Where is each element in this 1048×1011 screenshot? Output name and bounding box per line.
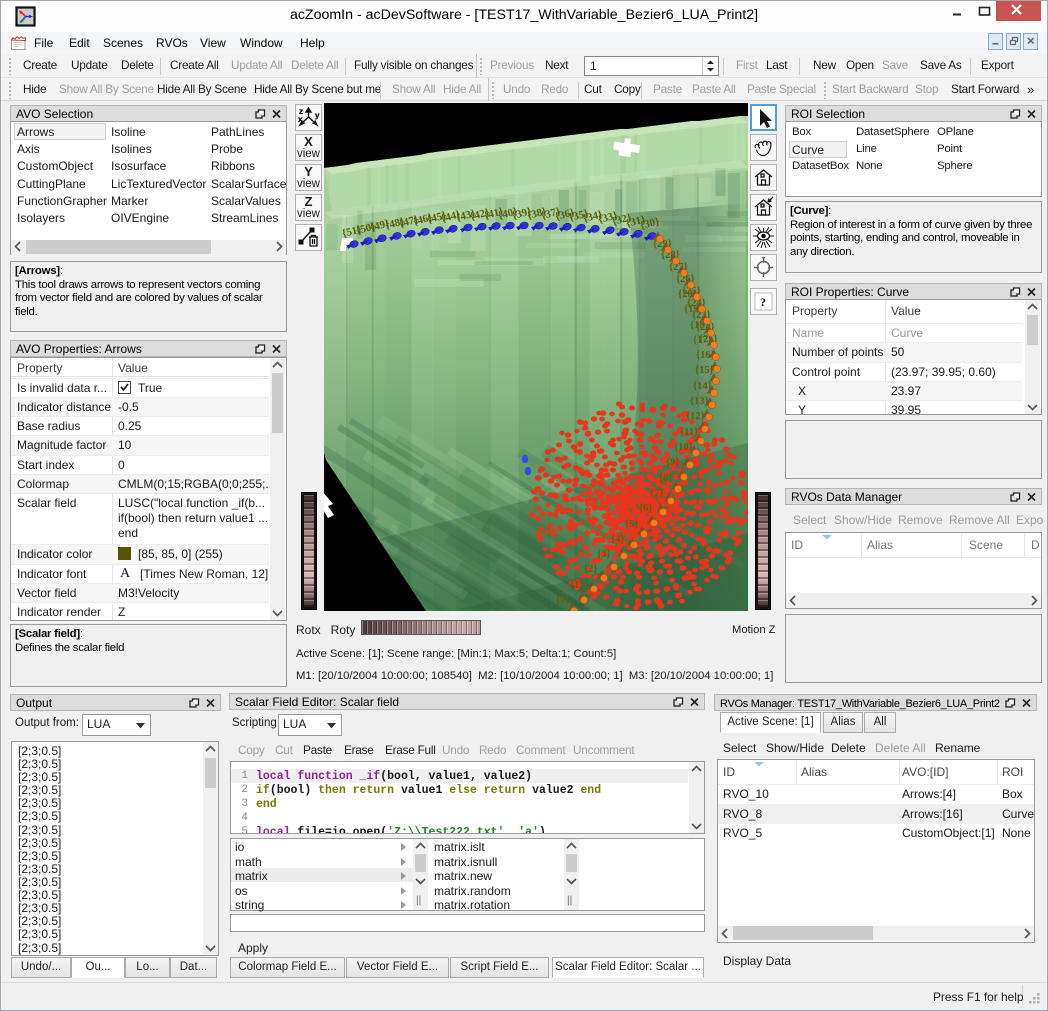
svg-text:y: y <box>315 111 320 120</box>
svg-text:{15}: {15} <box>695 365 714 376</box>
svg-text:{7}: {7} <box>650 488 664 499</box>
svg-text:{12}: {12} <box>686 411 705 422</box>
svg-text:{0}: {0} <box>556 595 570 606</box>
svg-text:{1}: {1} <box>570 580 584 591</box>
svg-text:{11}: {11} <box>680 427 698 438</box>
svg-text:{8}: {8} <box>659 473 673 484</box>
svg-text:{2}: {2} <box>584 564 598 575</box>
svg-text:?: ? <box>760 295 766 309</box>
svg-text:{3}: {3} <box>597 549 611 560</box>
svg-text:{10}: {10} <box>674 442 693 453</box>
svg-text:{4}: {4} <box>611 534 625 545</box>
svg-text:{6}: {6} <box>639 503 653 514</box>
svg-text:x: x <box>298 115 303 124</box>
svg-text:{5}: {5} <box>625 519 639 530</box>
svg-text:{9}: {9} <box>666 457 680 468</box>
